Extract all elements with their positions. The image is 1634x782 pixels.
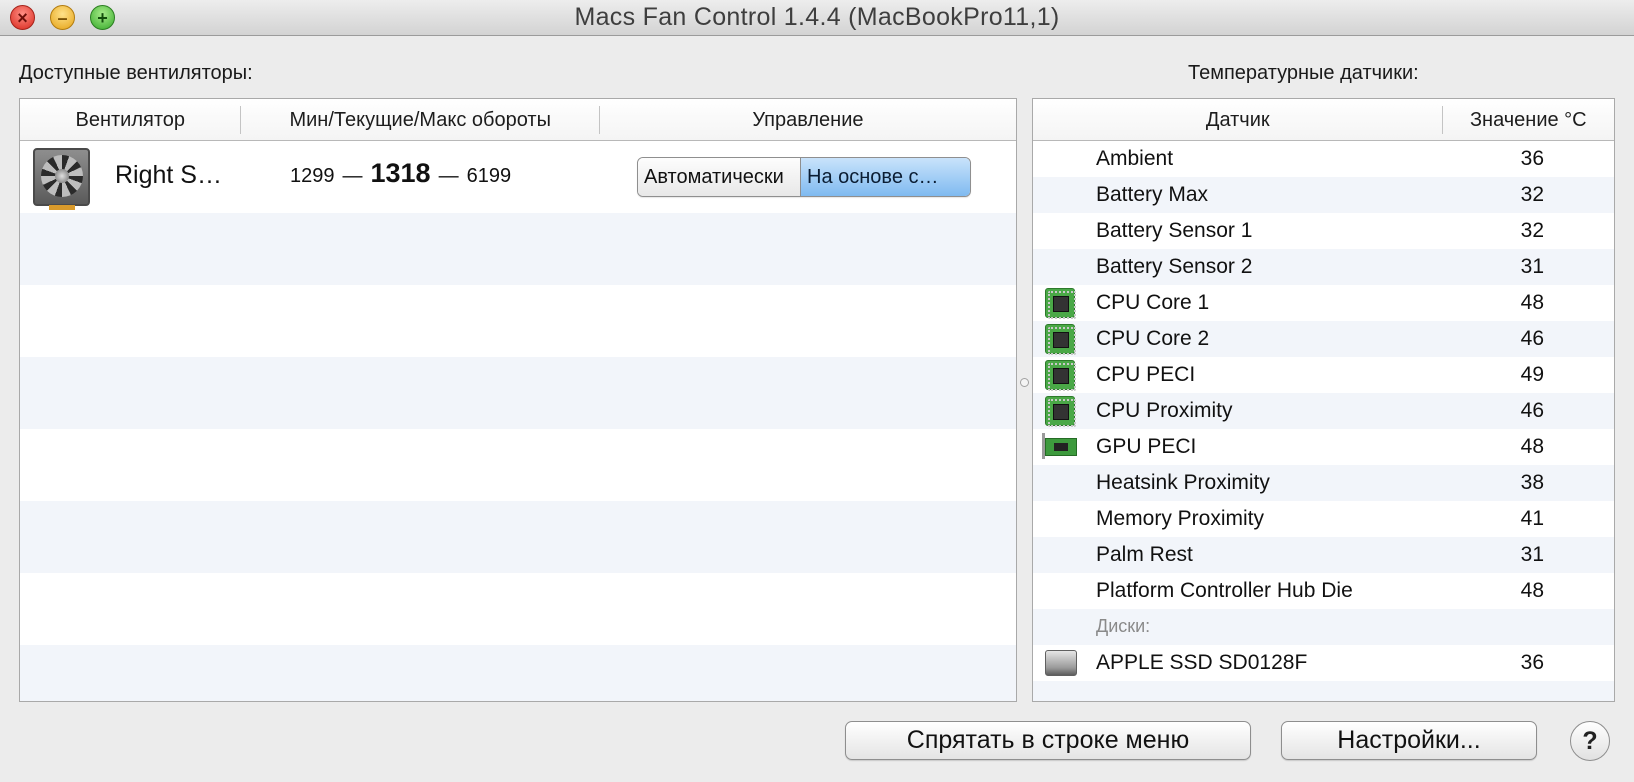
sensors-table-body: Ambient 36 Battery Max 32 Battery Sensor 1… — [1033, 141, 1614, 701]
sensor-value: 46 — [1520, 327, 1544, 350]
fan-icon — [33, 148, 90, 210]
sensor-row[interactable]: APPLE SSD SD0128F 36 — [1033, 645, 1614, 681]
column-header-sensor[interactable]: Датчик — [1033, 99, 1443, 141]
sensor-name: Heatsink Proximity — [1096, 471, 1270, 494]
sensor-row[interactable]: CPU Core 1 48 — [1033, 285, 1614, 321]
sensor-row[interactable]: Memory Proximity 41 — [1033, 501, 1614, 537]
fan-rpm-current: 1318 — [370, 158, 431, 188]
sensor-name: Platform Controller Hub Die — [1096, 579, 1353, 602]
sensor-row[interactable]: Battery Sensor 1 32 — [1033, 213, 1614, 249]
empty-row — [20, 213, 1016, 285]
sensor-row[interactable]: CPU Proximity 46 — [1033, 393, 1614, 429]
help-button[interactable]: ? — [1570, 721, 1610, 761]
sensor-value: 38 — [1520, 471, 1544, 494]
fan-rpm-max: 6199 — [466, 165, 512, 187]
sensor-value: 48 — [1520, 291, 1544, 314]
hide-in-menu-bar-button[interactable]: Спрятать в строке меню — [845, 721, 1251, 760]
gpu-card-icon — [1042, 433, 1077, 459]
sensor-name: Battery Max — [1096, 183, 1209, 206]
split-view-handle[interactable] — [1020, 378, 1029, 387]
sensor-name: GPU PECI — [1096, 435, 1197, 458]
sensor-row[interactable]: Palm Rest 31 — [1033, 537, 1614, 573]
sensor-value: 32 — [1520, 219, 1544, 242]
sensor-row[interactable]: Platform Controller Hub Die 48 — [1033, 573, 1614, 609]
column-header-control[interactable]: Управление — [600, 99, 1016, 141]
column-header-rpm[interactable]: Мин/Текущие/Макс обороты — [241, 99, 601, 141]
sensor-row[interactable]: CPU PECI 49 — [1033, 357, 1614, 393]
empty-row — [1033, 681, 1614, 701]
fans-section-label: Доступные вентиляторы: — [19, 62, 253, 84]
window-title: Macs Fan Control 1.4.4 (MacBookPro11,1) — [574, 3, 1060, 31]
sensor-name: Memory Proximity — [1096, 507, 1265, 530]
sensors-table: Датчик Значение °C Ambient 36 Battery Max… — [1032, 98, 1615, 702]
sensor-name: Ambient — [1096, 147, 1174, 170]
sensor-value: 49 — [1520, 363, 1544, 386]
cpu-chip-icon — [1045, 360, 1076, 391]
sensor-row[interactable]: Battery Sensor 2 31 — [1033, 249, 1614, 285]
sensor-row[interactable]: CPU Core 2 46 — [1033, 321, 1614, 357]
cpu-chip-icon — [1045, 288, 1076, 319]
sensor-value: 41 — [1520, 507, 1544, 530]
sensor-row[interactable]: Heatsink Proximity 38 — [1033, 465, 1614, 501]
sensor-name: CPU PECI — [1096, 363, 1196, 386]
column-header-value[interactable]: Значение °C — [1443, 99, 1614, 141]
sensor-name: Battery Sensor 1 — [1096, 219, 1253, 242]
rpm-separator: — — [438, 165, 459, 187]
sensor-name: CPU Core 1 — [1096, 291, 1210, 314]
sensor-name: Battery Sensor 2 — [1096, 255, 1253, 278]
sensors-table-header: Датчик Значение °C — [1033, 99, 1614, 141]
fan-rpm-min: 1299 — [290, 165, 335, 187]
disk-drive-icon — [1045, 650, 1077, 676]
cpu-chip-icon — [1045, 324, 1076, 355]
cpu-chip-icon — [1045, 396, 1076, 427]
sensor-row[interactable]: GPU PECI 48 — [1033, 429, 1614, 465]
sensor-name: APPLE SSD SD0128F — [1096, 651, 1308, 674]
sensor-value: 46 — [1520, 399, 1544, 422]
sensor-value: 31 — [1520, 543, 1544, 566]
fan-row[interactable]: Right S… 1299 — 1318 — 6199 Автоматически На… — [20, 141, 1016, 213]
sensor-value: 36 — [1520, 651, 1544, 674]
sensor-name: CPU Core 2 — [1096, 327, 1210, 350]
sensor-row[interactable]: Ambient 36 — [1033, 141, 1614, 177]
fan-rpm-readout: 1299 — 1318 — 6199 — [290, 158, 511, 189]
sensor-name: Palm Rest — [1096, 543, 1193, 566]
sensor-value: 48 — [1520, 579, 1544, 602]
sensor-group-row: Диски: — [1033, 609, 1614, 645]
fans-table: Вентилятор Мин/Текущие/Макс обороты Упра… — [19, 98, 1017, 702]
column-header-fan[interactable]: Вентилятор — [20, 99, 241, 141]
fans-table-header: Вентилятор Мин/Текущие/Макс обороты Упра… — [20, 99, 1016, 141]
sensor-value: 32 — [1520, 183, 1544, 206]
sensor-name: CPU Proximity — [1096, 399, 1233, 422]
control-auto-segment[interactable]: Автоматически — [638, 158, 801, 196]
empty-row — [20, 645, 1016, 701]
sensor-value: 48 — [1520, 435, 1544, 458]
empty-row — [20, 357, 1016, 429]
sensor-value: 36 — [1520, 147, 1544, 170]
fan-name: Right S… — [115, 161, 222, 189]
empty-row — [20, 285, 1016, 357]
disks-group-label: Диски: — [1096, 616, 1151, 636]
window-titlebar: × – + Macs Fan Control 1.4.4 (MacBookPro… — [0, 0, 1634, 36]
sensors-section-label: Температурные датчики: — [1188, 62, 1419, 84]
fans-table-body: Right S… 1299 — 1318 — 6199 Автоматически На… — [20, 141, 1016, 701]
sensor-value: 31 — [1520, 255, 1544, 278]
control-sensor-based-segment[interactable]: На основе с… — [801, 158, 970, 196]
empty-row — [20, 501, 1016, 573]
empty-row — [20, 429, 1016, 501]
empty-row — [20, 573, 1016, 645]
settings-button[interactable]: Настройки... — [1281, 721, 1537, 760]
fan-control-segmented: Автоматически На основе с… — [637, 157, 971, 197]
sensor-row[interactable]: Battery Max 32 — [1033, 177, 1614, 213]
rpm-separator: — — [342, 165, 363, 187]
